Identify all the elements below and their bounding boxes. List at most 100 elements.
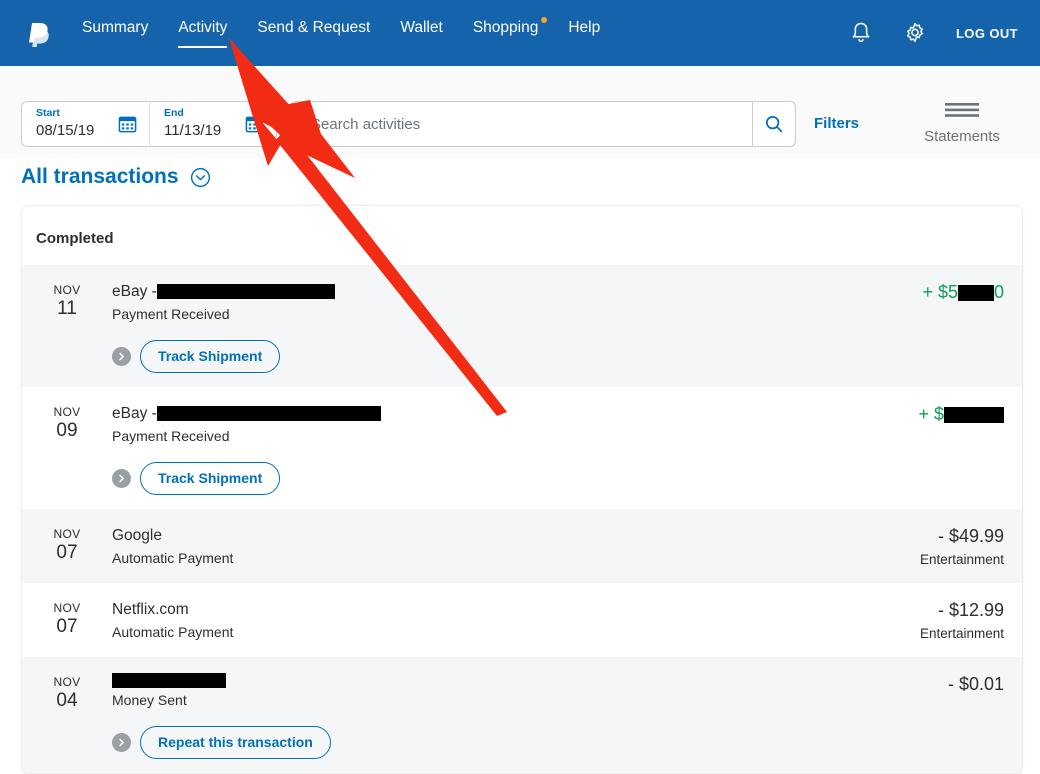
nav-right-actions: LOG OUT <box>848 20 1040 46</box>
transaction-month: NOV <box>53 405 81 419</box>
chevron-right-circle-icon[interactable] <box>112 469 131 488</box>
chevron-right-circle-icon[interactable] <box>112 733 131 752</box>
search-input[interactable] <box>309 114 752 134</box>
transaction-merchant: eBay - <box>112 403 816 424</box>
amount-sign: - <box>937 600 944 620</box>
statements-label: Statements <box>924 128 1000 145</box>
start-date-field[interactable]: Start 08/15/19 <box>22 102 149 146</box>
chevron-right-circle-icon[interactable] <box>112 347 131 366</box>
nav-label: Summary <box>82 19 149 36</box>
nav-link-send-request[interactable]: Send & Request <box>257 19 370 46</box>
amount-sign: - <box>947 674 954 694</box>
all-transactions-dropdown[interactable]: All transactions <box>21 165 211 189</box>
date-range-picker[interactable]: Start 08/15/19 End 11/13/19 <box>21 101 277 147</box>
transaction-date: NOV 09 <box>22 403 112 442</box>
transaction-action-area: Track Shipment <box>112 340 816 373</box>
search-input-wrapper[interactable] <box>290 101 752 147</box>
calendar-icon[interactable] <box>245 114 264 133</box>
amount-sign: + <box>918 404 929 424</box>
hamburger-lines-icon <box>945 103 979 117</box>
transaction-row[interactable]: NOV 04 Money Sent Repeat this transaction - $… <box>22 657 1022 773</box>
transaction-row[interactable]: NOV 11 eBay - Payment Received Track Shipme… <box>22 265 1022 387</box>
nav-label: Activity <box>178 19 228 36</box>
nav-link-shopping[interactable]: Shopping <box>473 17 548 46</box>
amount-value: $ <box>933 404 944 424</box>
search-button[interactable] <box>752 101 796 147</box>
transaction-details: Netflix.com Automatic Payment <box>112 599 832 642</box>
nav-link-activity[interactable]: Activity <box>178 19 228 48</box>
shopping-badge-dot-icon <box>541 17 548 23</box>
transaction-type: Automatic Payment <box>112 624 234 640</box>
transaction-day: 07 <box>56 616 78 637</box>
transaction-amount: - $0.01 <box>832 673 1004 696</box>
transaction-date: NOV 07 <box>22 599 112 638</box>
activity-toolbar: Start 08/15/19 End 11/13/19 Search activ… <box>0 66 1040 158</box>
transaction-action-area: Track Shipment <box>112 462 816 495</box>
transaction-day: 04 <box>56 690 78 711</box>
end-date-field[interactable]: End 11/13/19 <box>149 102 276 146</box>
calendar-icon[interactable] <box>118 114 137 133</box>
transaction-details: eBay - Payment Received Track Shipment <box>112 403 832 495</box>
transaction-amount-area: - $0.01 <box>832 673 1022 696</box>
transaction-month: NOV <box>53 675 81 689</box>
paypal-logo-icon[interactable] <box>26 17 52 49</box>
transaction-type: Payment Received <box>112 306 230 322</box>
transaction-month: NOV <box>53 527 81 541</box>
transaction-merchant: Google <box>112 525 816 546</box>
logout-button[interactable]: LOG OUT <box>956 26 1018 41</box>
amount-sign: - <box>937 526 944 546</box>
transactions-status-heading: Completed <box>36 230 114 247</box>
transaction-type: Payment Received <box>112 428 230 444</box>
search-area <box>290 101 796 147</box>
main-nav-links: Summary Activity Send & Request Wallet S… <box>82 0 630 66</box>
transaction-type: Automatic Payment <box>112 550 234 566</box>
transaction-amount: - $12.99 <box>832 599 1004 622</box>
transaction-action-button[interactable]: Track Shipment <box>140 462 281 495</box>
transaction-date: NOV 11 <box>22 281 112 320</box>
transaction-row[interactable]: NOV 09 eBay - Payment Received Track Shipme… <box>22 387 1022 509</box>
merchant-name-text: eBay - <box>112 405 157 422</box>
nav-link-help[interactable]: Help <box>568 19 600 46</box>
transaction-details: Google Automatic Payment <box>112 525 832 568</box>
transaction-amount-area: + $ <box>832 403 1022 426</box>
transaction-amount: + $ <box>832 403 1004 426</box>
transaction-type: Money Sent <box>112 692 187 708</box>
transaction-category: Entertainment <box>919 626 1004 641</box>
transaction-action-button[interactable]: Repeat this transaction <box>140 726 331 759</box>
nav-label: Wallet <box>400 19 443 36</box>
transaction-action-area: Repeat this transaction <box>112 726 816 759</box>
nav-link-summary[interactable]: Summary <box>82 19 148 46</box>
amount-sign: + <box>922 282 933 302</box>
amount-value: $5 <box>937 282 958 302</box>
transaction-details: eBay - Payment Received Track Shipment <box>112 281 832 373</box>
transaction-month: NOV <box>53 283 81 297</box>
top-navigation-bar: Summary Activity Send & Request Wallet S… <box>0 0 1040 66</box>
transaction-day: 09 <box>56 420 78 441</box>
page-title: All transactions <box>21 165 179 188</box>
transaction-day: 07 <box>56 542 78 563</box>
redacted-amount-bar <box>944 406 1004 423</box>
transactions-card: Completed NOV 11 eBay - Payment Received Tr… <box>21 205 1023 774</box>
chevron-down-circle-icon[interactable] <box>190 167 211 188</box>
nav-label: Help <box>568 19 601 36</box>
nav-link-wallet[interactable]: Wallet <box>400 19 443 46</box>
transaction-amount-area: - $49.99 Entertainment <box>832 525 1022 569</box>
merchant-name-text: eBay - <box>112 283 157 300</box>
transaction-action-button[interactable]: Track Shipment <box>140 340 281 373</box>
merchant-name-text: Netflix.com <box>112 601 189 618</box>
redacted-amount-bar <box>957 284 994 301</box>
transaction-merchant: Netflix.com <box>112 599 816 620</box>
settings-gear-icon[interactable] <box>902 20 928 46</box>
statements-button[interactable]: Statements <box>920 102 1004 145</box>
amount-value: $0.01 <box>958 674 1004 694</box>
transaction-month: NOV <box>53 601 81 615</box>
filters-button[interactable]: Filters <box>814 115 859 132</box>
amount-value: $49.99 <box>948 526 1004 546</box>
notification-bell-icon[interactable] <box>848 20 874 46</box>
amount-suffix: 0 <box>993 282 1004 302</box>
transaction-row[interactable]: NOV 07 Netflix.com Automatic Payment - $12.99… <box>22 583 1022 657</box>
transaction-details: Money Sent Repeat this transaction <box>112 673 832 759</box>
transaction-row[interactable]: NOV 07 Google Automatic Payment - $49.99 Enter… <box>22 509 1022 583</box>
transaction-amount: - $49.99 <box>832 525 1004 548</box>
magnifier-icon <box>765 115 783 133</box>
